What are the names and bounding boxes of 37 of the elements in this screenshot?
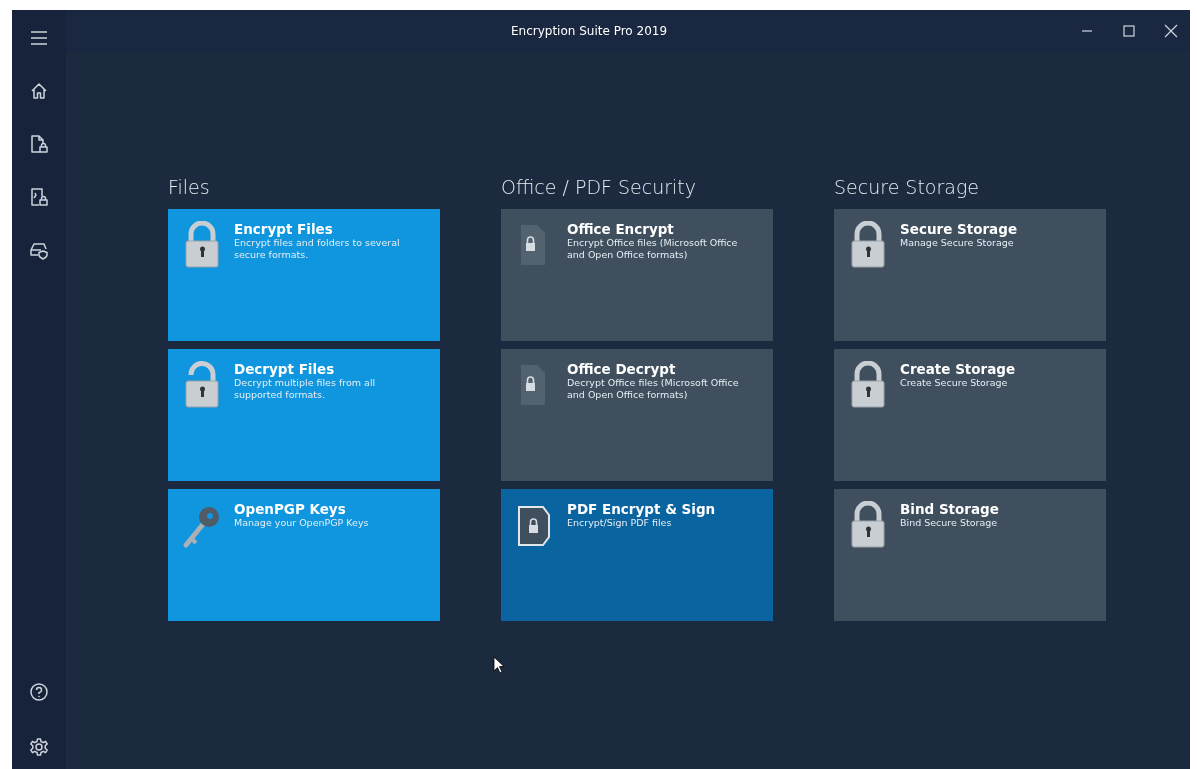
section-heading: Secure Storage — [834, 176, 981, 200]
tile-title: Encrypt Files — [234, 221, 334, 237]
tile-description: Manage your OpenPGP Keys — [234, 517, 369, 529]
help-icon[interactable] — [29, 682, 49, 702]
tile-title: Create Storage — [900, 361, 1016, 377]
tile-description: Encrypt files and folders to several secure formats. — [234, 237, 401, 261]
tile-title: OpenPGP Keys — [234, 501, 347, 517]
settings-icon[interactable] — [29, 737, 49, 757]
tile-title: Decrypt Files — [234, 361, 336, 377]
tile-description: Encrypt Office files (Microsoft Office and Open Office formats) — [567, 237, 739, 261]
tile-description: Decrypt Office files (Microsoft Office and Open Office formats) — [567, 377, 740, 401]
section-heading: Files — [168, 176, 211, 200]
action-tile[interactable]: Office Encrypt Encrypt Office files (Microsoft Office and Open Office formats) — [501, 209, 773, 341]
tile-title: Secure Storage — [900, 221, 1018, 237]
tile-description: Bind Secure Storage — [900, 517, 999, 529]
maximize-icon[interactable] — [1123, 25, 1135, 37]
tile-description: Decrypt multiple files from all supported formats. — [234, 377, 377, 401]
file-lock-icon[interactable] — [29, 134, 49, 154]
menu-icon[interactable] — [29, 28, 49, 48]
tile-description: Manage Secure Storage — [900, 237, 1015, 249]
home-icon[interactable] — [29, 81, 49, 101]
tile-description: Encrypt/Sign PDF files — [567, 517, 673, 529]
tile-title: PDF Encrypt & Sign — [567, 501, 716, 517]
window-title: Encryption Suite Pro 2019 — [509, 24, 669, 38]
drive-shield-icon[interactable] — [29, 240, 49, 260]
tile-title: Office Encrypt — [567, 221, 675, 237]
action-tile[interactable]: Secure Storage Manage Secure Storage — [834, 209, 1106, 341]
close-icon[interactable] — [1164, 24, 1178, 38]
action-tile[interactable]: PDF Encrypt & Sign Encrypt/Sign PDF files — [501, 489, 773, 621]
action-tile[interactable]: Office Decrypt Decrypt Office files (Microsoft Office and Open Office formats) — [501, 349, 773, 481]
tile-title: Office Decrypt — [567, 361, 677, 377]
tile-title: Bind Storage — [900, 501, 999, 517]
action-tile[interactable]: Bind Storage Bind Secure Storage — [834, 489, 1106, 621]
tile-description: Create Secure Storage — [900, 377, 1009, 389]
mouse-cursor-icon — [493, 656, 505, 674]
section-heading: Office / PDF Security — [501, 176, 698, 200]
action-tile[interactable]: Create Storage Create Secure Storage — [834, 349, 1106, 481]
